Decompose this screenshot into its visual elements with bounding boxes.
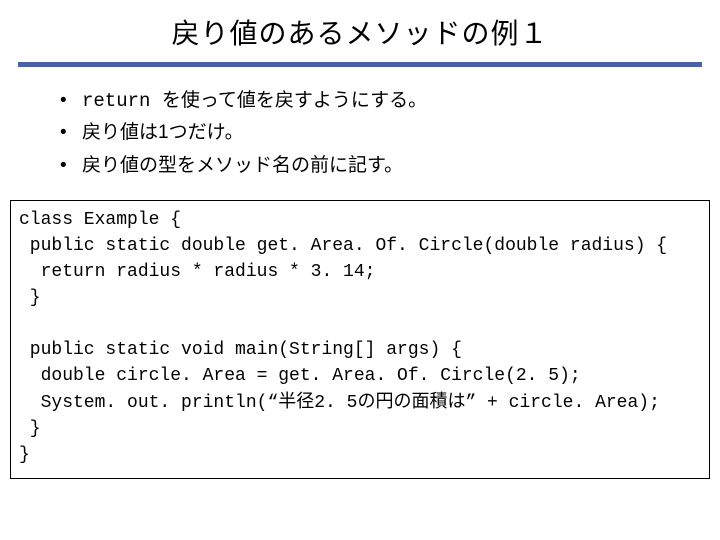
- code-line: }: [19, 445, 30, 465]
- code-line: public static void main(String[] args) {: [19, 340, 462, 360]
- code-line: public static double get. Area. Of. Circ…: [19, 236, 667, 256]
- bullet-code-prefix: return: [82, 90, 162, 112]
- bullet-text: を使って値を戻すようにする。: [162, 90, 427, 111]
- list-item: 戻り値の型をメソッド名の前に記す。: [60, 150, 680, 182]
- title-wrap: 戻り値のあるメソッドの例１: [0, 0, 720, 58]
- bullet-list: return を使って値を戻すようにする。 戻り値は1つだけ。 戻り値の型をメソ…: [0, 85, 720, 200]
- code-block: class Example { public static double get…: [10, 200, 710, 479]
- slide: 戻り値のあるメソッドの例１ return を使って値を戻すようにする。 戻り値は…: [0, 0, 720, 540]
- title-underline: [18, 62, 702, 67]
- code-line: return radius * radius * 3. 14;: [19, 262, 375, 282]
- code-line: class Example {: [19, 210, 181, 230]
- code-line: }: [19, 288, 41, 308]
- page-title: 戻り値のあるメソッドの例１: [0, 12, 720, 52]
- bullet-text: 戻り値の型をメソッド名の前に記す。: [82, 155, 403, 176]
- list-item: 戻り値は1つだけ。: [60, 117, 680, 149]
- code-line: System. out. println(“半径2. 5の円の面積は” + ci…: [19, 393, 660, 413]
- bullet-text: 戻り値は1つだけ。: [82, 122, 244, 143]
- list-item: return を使って値を戻すようにする。: [60, 85, 680, 117]
- code-line: double circle. Area = get. Area. Of. Cir…: [19, 366, 581, 386]
- code-line: }: [19, 419, 41, 439]
